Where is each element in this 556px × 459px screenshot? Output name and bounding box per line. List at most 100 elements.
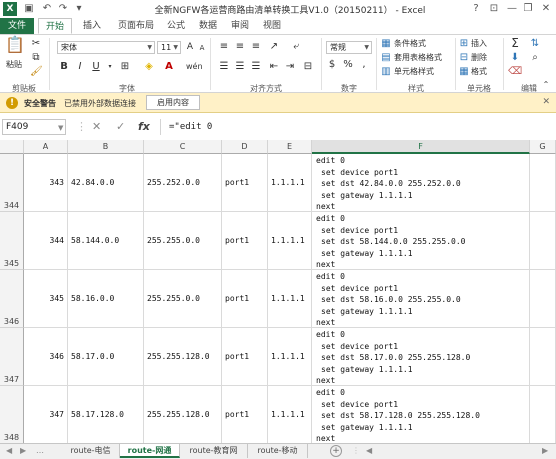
column-header-e[interactable]: E: [268, 140, 312, 154]
cell-interface[interactable]: port1: [222, 328, 268, 386]
customize-qat-icon[interactable]: ▾: [72, 2, 86, 16]
phonetic-guide-icon[interactable]: wén: [186, 61, 203, 73]
bold-button[interactable]: B: [58, 61, 70, 73]
format-as-table-button[interactable]: 套用表格格式: [394, 52, 442, 64]
cell-netmask[interactable]: 255.252.0.0: [144, 154, 222, 212]
cell-styles-button[interactable]: 单元格样式: [394, 66, 434, 78]
select-all-corner[interactable]: [0, 140, 24, 154]
format-cells-button[interactable]: 格式: [471, 66, 487, 78]
add-sheet-icon[interactable]: +: [330, 445, 342, 457]
font-name-combo[interactable]: 宋体 ▼: [57, 41, 155, 54]
name-box-dropdown-icon[interactable]: ▼: [58, 120, 63, 136]
prev-sheet-icon[interactable]: ◀: [6, 446, 12, 455]
number-format-combo[interactable]: 常规 ▼: [326, 41, 372, 54]
minimize-button[interactable]: —: [504, 1, 520, 16]
name-box[interactable]: F409: [2, 119, 66, 135]
scroll-left-icon[interactable]: ◀: [366, 446, 372, 455]
enable-content-button[interactable]: 启用内容: [146, 95, 200, 110]
tab-formulas[interactable]: 公式: [162, 18, 190, 34]
cell-index[interactable]: 347: [24, 386, 68, 443]
cell-empty[interactable]: [530, 328, 556, 386]
increase-indent-icon[interactable]: ⇥: [284, 61, 296, 73]
find-select-icon[interactable]: ⌕: [528, 52, 542, 64]
scroll-right-icon[interactable]: ▶: [542, 446, 548, 455]
sheet-tab-mobile[interactable]: route-移动: [248, 444, 308, 458]
cell-gateway[interactable]: 1.1.1.1: [268, 270, 312, 328]
tab-insert[interactable]: 插入: [76, 18, 108, 34]
cell-interface[interactable]: port1: [222, 154, 268, 212]
redo-icon[interactable]: ↷: [56, 2, 70, 16]
cell-netmask[interactable]: 255.255.128.0: [144, 386, 222, 443]
align-right-icon[interactable]: ☰: [250, 61, 262, 73]
next-sheet-icon[interactable]: ▶: [20, 446, 26, 455]
row-header[interactable]: 347: [0, 328, 24, 386]
shrink-font-icon[interactable]: A: [197, 42, 207, 54]
cell-empty[interactable]: [530, 154, 556, 212]
close-icon[interactable]: ✕: [542, 97, 550, 107]
underline-button[interactable]: U: [90, 61, 102, 73]
paste-button[interactable]: 粘贴: [6, 59, 22, 71]
column-header-b[interactable]: B: [68, 140, 144, 154]
italic-button[interactable]: I: [74, 61, 86, 73]
cell-index[interactable]: 343: [24, 154, 68, 212]
cell-netmask[interactable]: 255.255.128.0: [144, 328, 222, 386]
tab-page-layout[interactable]: 页面布局: [112, 18, 160, 34]
clear-icon[interactable]: ⌫: [508, 66, 522, 78]
font-color-icon[interactable]: A: [162, 61, 176, 73]
cell-network[interactable]: 58.144.0.0: [68, 212, 144, 270]
save-icon[interactable]: ▣: [22, 2, 36, 16]
align-bottom-icon[interactable]: ≡: [250, 41, 262, 53]
cell-network[interactable]: 58.17.0.0: [68, 328, 144, 386]
paste-icon[interactable]: 📋: [5, 37, 25, 59]
cell-gateway[interactable]: 1.1.1.1: [268, 328, 312, 386]
sheet-tab-education[interactable]: route-教育网: [180, 444, 248, 458]
undo-icon[interactable]: ↶: [40, 2, 54, 16]
fill-color-icon[interactable]: ◈: [142, 61, 156, 73]
conditional-formatting-button[interactable]: 条件格式: [394, 38, 426, 50]
tab-view[interactable]: 视图: [258, 18, 286, 34]
more-sheets-icon[interactable]: …: [36, 446, 44, 455]
align-left-icon[interactable]: ☰: [218, 61, 230, 73]
currency-icon[interactable]: $: [326, 59, 338, 71]
sort-filter-icon[interactable]: ⇅: [528, 38, 542, 50]
cell-index[interactable]: 345: [24, 270, 68, 328]
cell-index[interactable]: 344: [24, 212, 68, 270]
ribbon-display-options-button[interactable]: ⊡: [486, 1, 502, 16]
cell-interface[interactable]: port1: [222, 212, 268, 270]
row-header[interactable]: 344: [0, 154, 24, 212]
cell-config-script[interactable]: edit 0 set device port1 set dst 58.17.128.…: [312, 386, 530, 443]
sheet-bar-splitter[interactable]: ⋮: [352, 446, 360, 455]
comma-icon[interactable]: ,: [358, 59, 370, 71]
column-header-g[interactable]: G: [530, 140, 556, 154]
insert-cells-button[interactable]: 插入: [471, 38, 487, 50]
row-header[interactable]: 345: [0, 212, 24, 270]
row-header[interactable]: 348: [0, 386, 24, 443]
font-size-combo[interactable]: 11 ▼: [157, 41, 181, 54]
tab-home[interactable]: 开始: [38, 18, 72, 34]
format-painter-icon[interactable]: 🖌: [30, 66, 43, 78]
insert-function-icon[interactable]: fx: [138, 119, 150, 135]
autosum-icon[interactable]: Σ: [508, 37, 522, 49]
borders-icon[interactable]: ⊞: [118, 61, 132, 73]
grow-font-icon[interactable]: A: [185, 41, 195, 53]
sheet-tab-netcom[interactable]: route-网通: [120, 444, 180, 458]
column-header-a[interactable]: A: [24, 140, 68, 154]
delete-cells-button[interactable]: 删除: [471, 52, 487, 64]
cell-config-script[interactable]: edit 0 set device port1 set dst 58.144.0.0…: [312, 212, 530, 270]
align-middle-icon[interactable]: ≡: [234, 41, 246, 53]
column-header-f[interactable]: F: [312, 140, 530, 154]
sheet-tab-telecom[interactable]: route-电信: [62, 444, 120, 458]
cell-network[interactable]: 42.84.0.0: [68, 154, 144, 212]
percent-icon[interactable]: %: [342, 59, 354, 71]
wrap-text-icon[interactable]: ⤶: [290, 41, 302, 53]
cell-network[interactable]: 58.17.128.0: [68, 386, 144, 443]
collapse-ribbon-icon[interactable]: ⌃: [540, 79, 552, 91]
merge-center-icon[interactable]: ⊟: [302, 61, 314, 73]
column-header-c[interactable]: C: [144, 140, 222, 154]
cell-empty[interactable]: [530, 270, 556, 328]
cancel-icon[interactable]: ✕: [92, 119, 101, 135]
cell-gateway[interactable]: 1.1.1.1: [268, 386, 312, 443]
underline-dropdown-icon[interactable]: ▾: [106, 61, 114, 73]
cell-gateway[interactable]: 1.1.1.1: [268, 212, 312, 270]
cell-network[interactable]: 58.16.0.0: [68, 270, 144, 328]
